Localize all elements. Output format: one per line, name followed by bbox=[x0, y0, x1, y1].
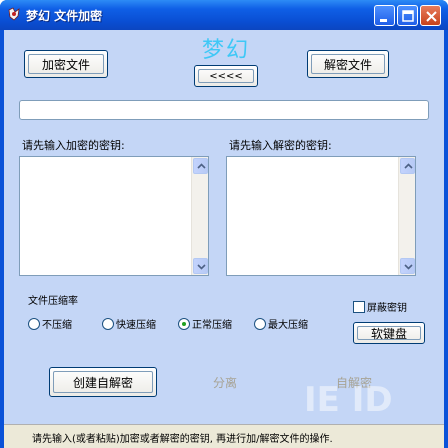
compression-label: 文件压缩率 bbox=[28, 296, 78, 307]
radio-label: 最大压缩 bbox=[268, 320, 308, 331]
decrypt-key-textarea[interactable] bbox=[226, 156, 416, 276]
close-button[interactable] bbox=[420, 5, 441, 26]
radio-label: 快速压缩 bbox=[116, 320, 156, 331]
chevron-up-icon bbox=[404, 163, 413, 169]
radio-max-compression[interactable]: 最大压缩 bbox=[254, 316, 308, 331]
encrypt-file-button[interactable]: 加密文件 bbox=[24, 50, 108, 78]
checkbox-box[interactable] bbox=[353, 300, 365, 313]
logo-text: 梦幻 bbox=[201, 38, 250, 63]
radio-normal-compression[interactable]: 正常压缩 bbox=[178, 316, 232, 331]
hide-key-checkbox[interactable]: 屏蔽密钥 bbox=[353, 299, 407, 314]
soft-keyboard-button[interactable]: 软键盘 bbox=[353, 322, 425, 344]
chevron-down-icon bbox=[197, 264, 206, 270]
close-icon bbox=[426, 11, 437, 22]
scroll-up-button[interactable] bbox=[400, 158, 415, 174]
separate-button[interactable]: 分离 bbox=[194, 370, 256, 394]
client-area: 加密文件 梦幻 <<<< 解密文件 请先输入加密的密钥: 请先输入解密的密钥: bbox=[4, 30, 444, 448]
watermark: IE ID bbox=[304, 380, 393, 420]
minimize-button[interactable] bbox=[374, 5, 395, 26]
create-sfx-label: 创建自解密 bbox=[72, 375, 133, 390]
status-bar: 请先输入(或者粘贴)加密或者解密的密钥, 再进行加/解密文件的操作. bbox=[4, 424, 444, 448]
decrypt-file-button[interactable]: 解密文件 bbox=[307, 50, 389, 78]
decrypt-file-label: 解密文件 bbox=[323, 57, 372, 72]
radio-circle[interactable] bbox=[28, 317, 40, 330]
app-icon bbox=[8, 7, 20, 21]
minimize-icon bbox=[380, 19, 387, 22]
decrypt-key-scrollbar[interactable] bbox=[398, 157, 415, 275]
radio-fast-compression[interactable]: 快速压缩 bbox=[102, 316, 156, 331]
radio-no-compression[interactable]: 不压缩 bbox=[28, 316, 72, 331]
scroll-up-button[interactable] bbox=[193, 158, 208, 174]
maximize-button[interactable] bbox=[397, 5, 418, 26]
encrypt-key-label: 请先输入加密的密钥: bbox=[22, 139, 125, 152]
title-bar[interactable]: 梦幻 文件加密 bbox=[0, 0, 448, 30]
maximize-icon bbox=[402, 10, 414, 22]
soft-keyboard-label: 软键盘 bbox=[370, 326, 407, 341]
hide-key-label: 屏蔽密钥 bbox=[367, 303, 407, 314]
file-path-input[interactable] bbox=[19, 100, 429, 120]
scroll-down-button[interactable] bbox=[193, 258, 208, 274]
encrypt-file-label: 加密文件 bbox=[41, 57, 90, 72]
encrypt-key-textarea[interactable] bbox=[19, 156, 209, 276]
chevron-down-icon bbox=[404, 264, 413, 270]
create-sfx-button[interactable]: 创建自解密 bbox=[49, 367, 157, 397]
arrow-label: <<<< bbox=[209, 70, 243, 82]
separate-label: 分离 bbox=[212, 375, 237, 390]
radio-circle[interactable] bbox=[254, 317, 266, 330]
arrow-button[interactable]: <<<< bbox=[194, 65, 258, 87]
chevron-up-icon bbox=[197, 163, 206, 169]
radio-circle-selected[interactable] bbox=[178, 317, 190, 330]
app-window: 梦幻 文件加密 加密文件 梦幻 <<<< 解密文件 请先输入加密的密钥: 请先输… bbox=[0, 0, 448, 448]
decrypt-key-label: 请先输入解密的密钥: bbox=[229, 139, 332, 152]
encrypt-key-scrollbar[interactable] bbox=[191, 157, 208, 275]
radio-label: 正常压缩 bbox=[192, 320, 232, 331]
radio-label: 不压缩 bbox=[42, 320, 72, 331]
scroll-down-button[interactable] bbox=[400, 258, 415, 274]
radio-circle[interactable] bbox=[102, 317, 114, 330]
window-title: 梦幻 文件加密 bbox=[26, 9, 103, 23]
status-text: 请先输入(或者粘贴)加密或者解密的密钥, 再进行加/解密文件的操作. bbox=[32, 434, 333, 445]
